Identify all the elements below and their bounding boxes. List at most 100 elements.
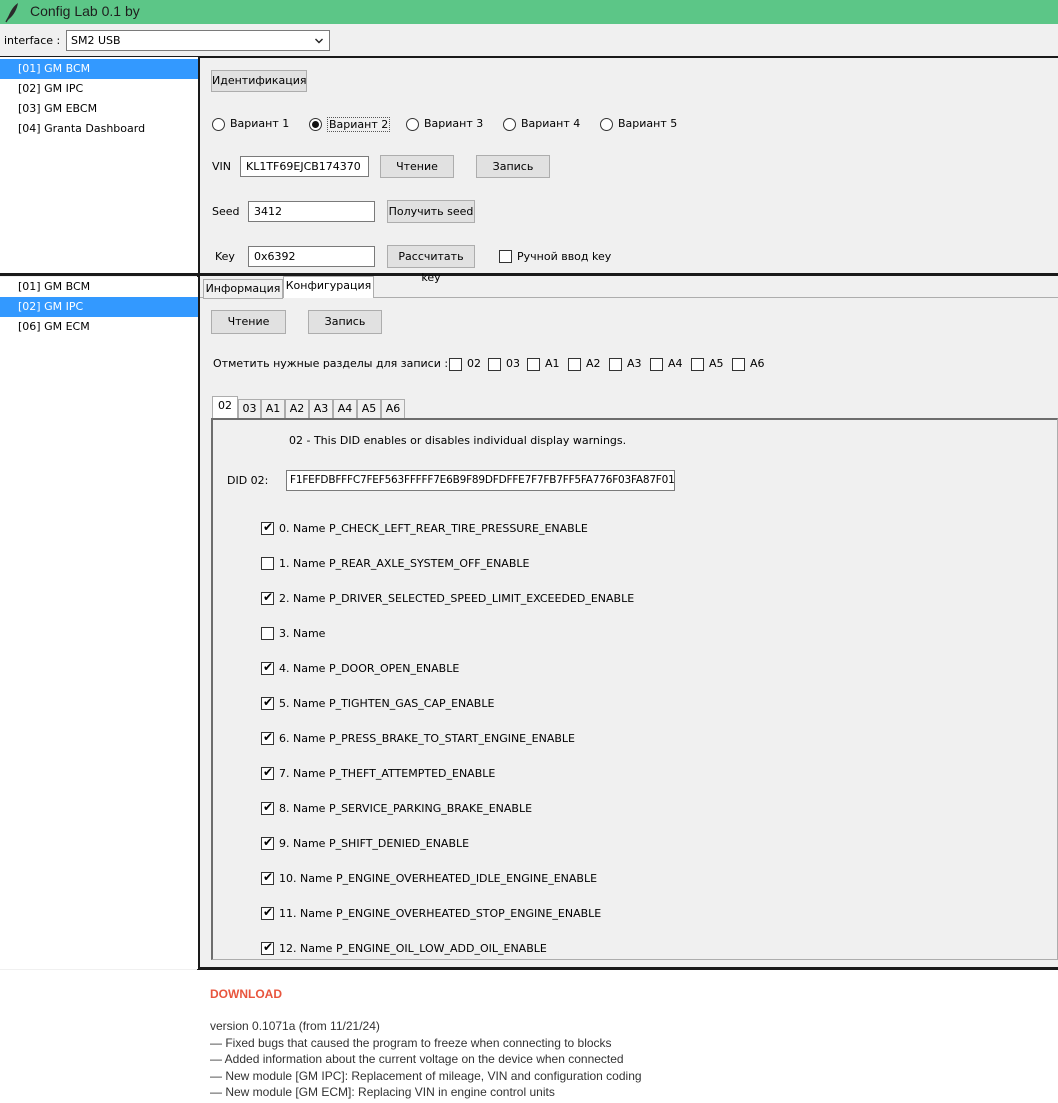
did-item-4-label: 4. Name P_DOOR_OPEN_ENABLE: [279, 662, 460, 675]
variant-1-radio[interactable]: [212, 118, 225, 131]
config-read-button[interactable]: Чтение: [211, 310, 286, 334]
module-list-item[interactable]: [04] Granta Dashboard: [0, 119, 198, 139]
variant-2-label: Вариант 2: [327, 117, 391, 132]
section-03-checkbox[interactable]: [488, 358, 501, 371]
section-a1-checkbox[interactable]: [527, 358, 540, 371]
variant-3-radio[interactable]: [406, 118, 419, 131]
did-item-3-checkbox[interactable]: [261, 627, 274, 640]
did-item-4-checkbox[interactable]: [261, 660, 274, 675]
module-list-bottom[interactable]: [01] GM BCM [02] GM IPC [06] GM ECM: [0, 277, 198, 969]
did-item-0-checkbox[interactable]: [261, 520, 274, 535]
vin-input[interactable]: KL1TF69EJCB174370: [240, 156, 369, 177]
did-item-12-checkbox[interactable]: [261, 940, 274, 955]
identify-button[interactable]: Идентификация: [211, 70, 307, 92]
interface-label: interface :: [4, 34, 61, 47]
section-a5-label: A5: [709, 357, 724, 370]
vin-write-button[interactable]: Запись: [476, 155, 550, 178]
did-tab-03[interactable]: 03: [238, 399, 261, 419]
get-seed-button[interactable]: Получить seed: [387, 200, 475, 223]
did-item-6-checkbox[interactable]: [261, 730, 274, 745]
calc-key-button[interactable]: Рассчитать key: [387, 245, 475, 284]
module-list-item[interactable]: [01] GM BCM: [0, 59, 198, 79]
did-item-10-checkbox[interactable]: [261, 870, 274, 885]
section-a6-label: A6: [750, 357, 765, 370]
did-item-8-label: 8. Name P_SERVICE_PARKING_BRAKE_ENABLE: [279, 802, 533, 815]
module-list-item[interactable]: [02] GM IPC: [0, 79, 198, 99]
did-tab-a4[interactable]: A4: [333, 399, 357, 419]
did-item-7-checkbox[interactable]: [261, 765, 274, 780]
did-tab-a2[interactable]: A2: [285, 399, 309, 419]
variant-4-radio[interactable]: [503, 118, 516, 131]
identify-button-label: Идентификация: [212, 74, 307, 87]
did-description: 02 - This DID enables or disables indivi…: [289, 434, 627, 447]
did-item-0-label: 0. Name P_CHECK_LEFT_REAR_TIRE_PRESSURE_…: [279, 522, 588, 535]
did-content-panel[interactable]: 02 - This DID enables or disables indivi…: [211, 418, 1058, 960]
title-bar: Config Lab 0.1 by: [0, 0, 1058, 24]
did-tab-a6[interactable]: A6: [381, 399, 405, 419]
did-item-2-checkbox[interactable]: [261, 590, 274, 605]
variant-5-label: Вариант 5: [618, 117, 678, 130]
did-tab-02[interactable]: 02: [212, 396, 238, 418]
section-a1-label: A1: [545, 357, 560, 370]
module-list-top[interactable]: [01] GM BCM [02] GM IPC [03] GM EBCM [04…: [0, 57, 198, 273]
section-a3-checkbox[interactable]: [609, 358, 622, 371]
key-input[interactable]: 0x6392: [248, 246, 375, 267]
vin-label: VIN: [212, 160, 231, 173]
variant-3-label: Вариант 3: [424, 117, 484, 130]
variant-1-label: Вариант 1: [230, 117, 290, 130]
tab-info[interactable]: Информация: [203, 279, 283, 299]
config-write-label: Запись: [324, 315, 366, 328]
did-label: DID 02:: [227, 474, 269, 487]
did-tab-a1[interactable]: A1: [261, 399, 285, 419]
did-tab-a5[interactable]: A5: [357, 399, 381, 419]
feather-icon: [5, 3, 18, 23]
changelog-version: version 0.1071a (from 11/21/24): [210, 1019, 380, 1033]
section-03-label: 03: [506, 357, 520, 370]
changelog-line: — New module [GM IPC]: Replacement of mi…: [210, 1068, 642, 1083]
section-02-checkbox[interactable]: [449, 358, 462, 371]
did-value-input[interactable]: F1FEFDBFFFC7FEF563FFFFF7E6B9F89DFDFFE7F7…: [286, 470, 675, 491]
module-list-item[interactable]: [02] GM IPC: [0, 297, 198, 317]
did-item-9-label: 9. Name P_SHIFT_DENIED_ENABLE: [279, 837, 470, 850]
variant-5-radio[interactable]: [600, 118, 613, 131]
variant-2-radio[interactable]: [309, 118, 322, 131]
sections-label: Отметить нужные разделы для записи :: [213, 357, 449, 370]
interface-select[interactable]: SM2 USB: [66, 30, 330, 51]
variant-4-label: Вариант 4: [521, 117, 581, 130]
module-list-item[interactable]: [03] GM EBCM: [0, 99, 198, 119]
did-item-1-label: 1. Name P_REAR_AXLE_SYSTEM_OFF_ENABLE: [279, 557, 530, 570]
section-a3-label: A3: [627, 357, 642, 370]
did-item-12-label: 12. Name P_ENGINE_OIL_LOW_ADD_OIL_ENABLE: [279, 942, 547, 955]
tab-config[interactable]: Конфигурация: [283, 276, 374, 298]
did-item-7-label: 7. Name P_THEFT_ATTEMPTED_ENABLE: [279, 767, 496, 780]
did-item-5-checkbox[interactable]: [261, 695, 274, 710]
section-a5-checkbox[interactable]: [691, 358, 704, 371]
chevron-down-icon[interactable]: [315, 37, 323, 45]
manual-key-checkbox[interactable]: [499, 250, 512, 263]
vin-read-button[interactable]: Чтение: [380, 155, 454, 178]
section-a4-checkbox[interactable]: [650, 358, 663, 371]
changelog-line: — Fixed bugs that caused the program to …: [210, 1035, 612, 1050]
did-item-1-checkbox[interactable]: [261, 557, 274, 570]
vin-write-label: Запись: [492, 160, 534, 173]
did-item-11-checkbox[interactable]: [261, 905, 274, 920]
changelog: version 0.1071a (from 11/21/24) — Fixed …: [210, 1018, 642, 1101]
section-a4-label: A4: [668, 357, 683, 370]
calc-key-label: Рассчитать key: [398, 250, 464, 284]
seed-input[interactable]: 3412: [248, 201, 375, 222]
did-item-11-label: 11. Name P_ENGINE_OVERHEATED_STOP_ENGINE…: [279, 907, 602, 920]
did-item-9-checkbox[interactable]: [261, 835, 274, 850]
download-link[interactable]: DOWNLOAD: [210, 987, 282, 1001]
did-item-2-label: 2. Name P_DRIVER_SELECTED_SPEED_LIMIT_EX…: [279, 592, 635, 605]
did-tab-a3[interactable]: A3: [309, 399, 333, 419]
module-list-item[interactable]: [01] GM BCM: [0, 277, 198, 297]
section-a2-checkbox[interactable]: [568, 358, 581, 371]
key-label: Key: [215, 250, 235, 263]
changelog-line: — New module [GM ECM]: Replacing VIN in …: [210, 1085, 555, 1099]
module-list-item[interactable]: [06] GM ECM: [0, 317, 198, 337]
did-item-8-checkbox[interactable]: [261, 800, 274, 815]
config-write-button[interactable]: Запись: [308, 310, 382, 334]
did-item-3-label: 3. Name: [279, 627, 326, 640]
section-a6-checkbox[interactable]: [732, 358, 745, 371]
changelog-line: — Added information about the current vo…: [210, 1052, 624, 1066]
